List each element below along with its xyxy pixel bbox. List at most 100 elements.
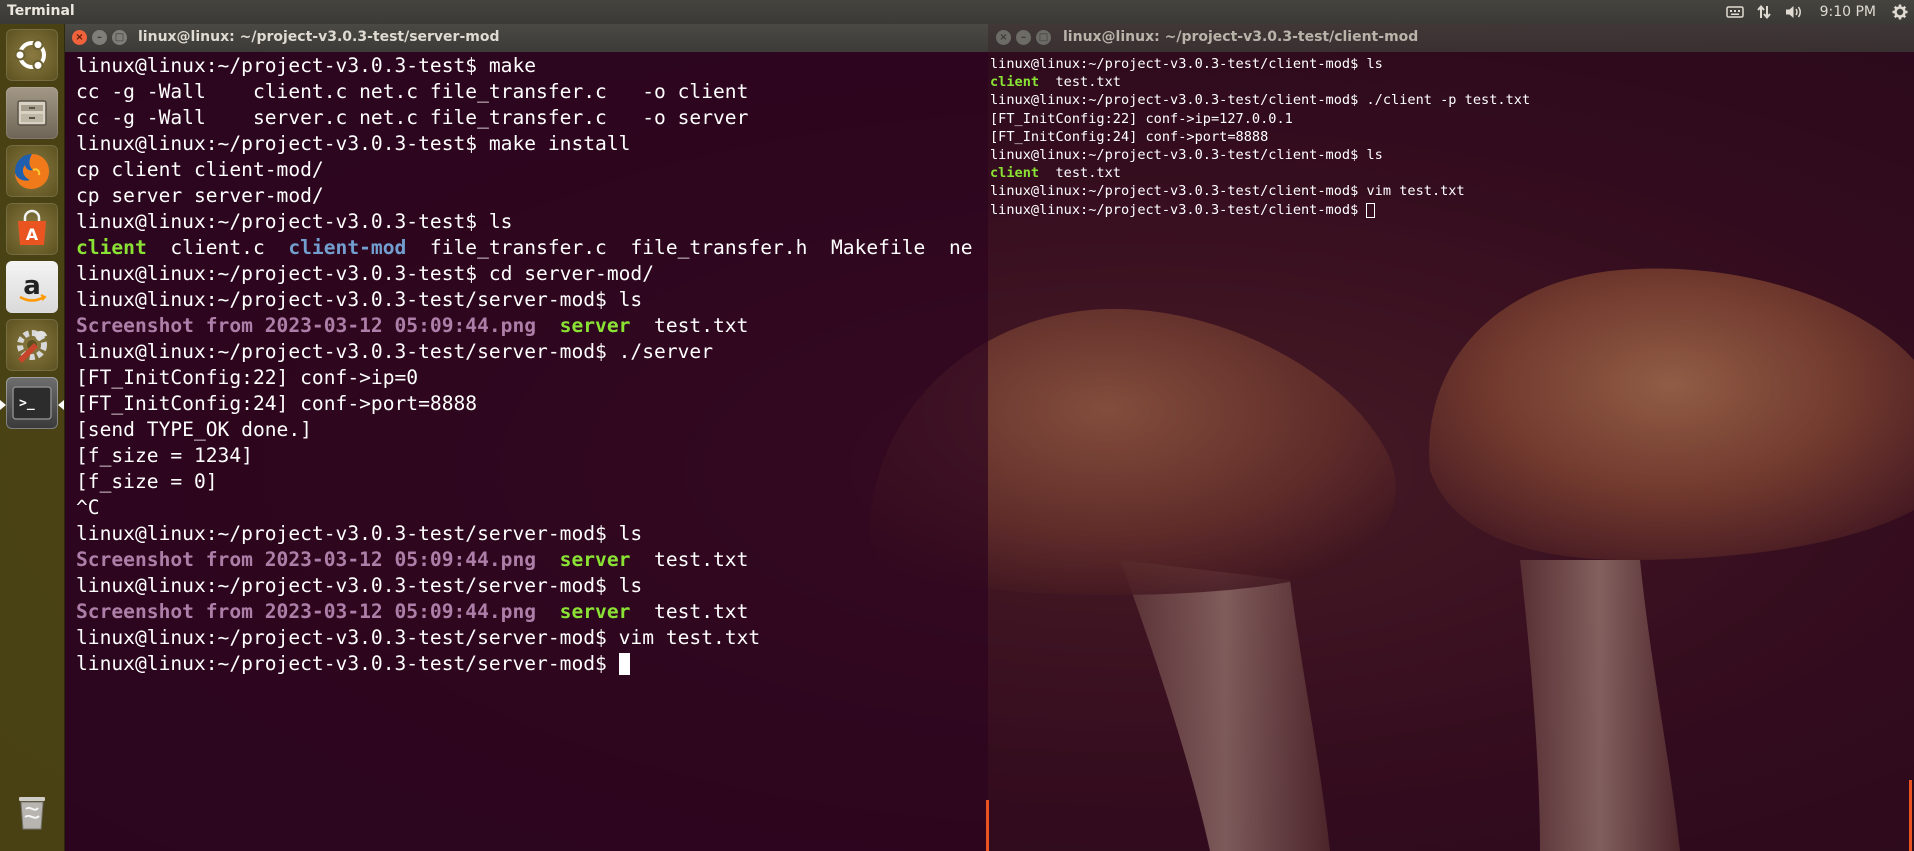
clock[interactable]: 9:10 PM [1820,0,1876,24]
svg-text:a: a [23,271,41,301]
terminal-text: Screenshot from 2023-03-12 05:09:44.png [76,548,537,571]
terminal-line: [f_size = 1234] [76,443,988,469]
text-cursor [1366,202,1376,218]
terminal-text: server [559,600,631,623]
active-app-title: Terminal [7,3,75,19]
terminal-line: linux@linux:~/project-v3.0.3-test$ make [76,53,988,79]
amazon-icon[interactable]: a [6,261,58,313]
terminal-text: ^C [76,496,100,519]
launcher-focused-indicator-right [58,400,64,410]
terminal-line: cp server server-mod/ [76,183,988,209]
keyboard-icon[interactable] [1725,0,1744,24]
terminal-text: [FT_InitConfig:22] conf->ip=0 [76,366,419,389]
window-titlebar[interactable]: × – □ linux@linux: ~/project-v3.0.3-test… [64,24,988,52]
terminal-line: linux@linux:~/project-v3.0.3-test/server… [76,521,988,547]
terminal-line: Screenshot from 2023-03-12 05:09:44.png … [76,313,988,339]
terminal-text: server [559,314,631,337]
power-gear-icon[interactable] [1892,0,1908,24]
terminal-line: cp client client-mod/ [76,157,988,183]
ubuntu-dash-icon[interactable] [6,29,58,81]
terminal-text: [f_size = 0] [76,470,218,493]
terminal-text: linux@linux:~/project-v3.0.3-test/server… [76,574,643,597]
maximize-button[interactable]: □ [1036,30,1051,45]
terminal-text: client-mod [288,236,407,259]
terminal-line: linux@linux:~/project-v3.0.3-test/client… [990,146,1914,164]
terminal-text: client [76,236,147,259]
terminal-text: linux@linux:~/project-v3.0.3-test$ ls [76,210,513,233]
svg-text:>_: >_ [19,396,35,411]
software-center-icon[interactable]: A [6,203,58,255]
unity-launcher: A a >_ [0,24,65,851]
terminal-line: linux@linux:~/project-v3.0.3-test/server… [76,625,988,651]
terminal-line: [send TYPE_OK done.] [76,417,988,443]
terminal-line: cc -g -Wall server.c net.c file_transfer… [76,105,988,131]
terminal-line: linux@linux:~/project-v3.0.3-test$ make … [76,131,988,157]
terminal-text: cc -g -Wall server.c net.c file_transfer… [76,106,749,129]
terminal-line: client client.c client-mod file_transfer… [76,235,988,261]
terminal-text: linux@linux:~/project-v3.0.3-test/client… [990,56,1383,72]
svg-text:A: A [26,225,39,244]
terminal-text: cp server server-mod/ [76,184,324,207]
terminal-line: [f_size = 0] [76,469,988,495]
terminal-text: Screenshot from 2023-03-12 05:09:44.png [76,314,537,337]
terminal-text: cp client client-mod/ [76,158,324,181]
terminal-text: linux@linux:~/project-v3.0.3-test/server… [76,340,714,363]
window-resize-handle[interactable] [1909,780,1912,851]
terminal-text: linux@linux:~/project-v3.0.3-test$ make [76,54,537,77]
terminal-text: linux@linux:~/project-v3.0.3-test/client… [990,147,1383,164]
terminal-text: test.txt [630,600,749,623]
close-button[interactable]: × [996,30,1011,45]
terminal-text: linux@linux:~/project-v3.0.3-test$ cd se… [76,262,655,285]
terminal-line: linux@linux:~/project-v3.0.3-test$ cd se… [76,261,988,287]
terminal-text: linux@linux:~/project-v3.0.3-test/client… [990,201,1367,218]
terminal-line: linux@linux:~/project-v3.0.3-test/client… [990,91,1914,109]
terminal-window-client[interactable]: × – □ linux@linux: ~/project-v3.0.3-test… [988,24,1914,851]
terminal-icon[interactable]: >_ [6,377,58,429]
terminal-text: test.txt [630,548,749,571]
network-arrows-icon[interactable] [1756,0,1772,24]
terminal-text: linux@linux:~/project-v3.0.3-test/client… [990,92,1531,109]
indicator-area: 9:10 PM [1720,0,1914,24]
top-panel: Terminal 9:10 PM [0,0,1914,24]
window-resize-handle[interactable] [986,800,989,851]
terminal-line: linux@linux:~/project-v3.0.3-test/server… [76,573,988,599]
files-icon[interactable] [6,87,58,139]
terminal-line: [FT_InitConfig:24] conf->port=8888 [990,128,1914,146]
terminal-text: test.txt [630,314,749,337]
terminal-text: linux@linux:~/project-v3.0.3-test$ make … [76,132,631,155]
system-settings-icon[interactable] [6,319,58,371]
terminal-text: [send TYPE_OK done.] [76,418,312,441]
terminal-text: client.c [146,236,289,259]
trash-icon[interactable] [6,785,58,837]
terminal-line: Screenshot from 2023-03-12 05:09:44.png … [76,599,988,625]
terminal-text: [FT_InitConfig:24] conf->port=8888 [990,128,1269,145]
terminal-text: linux@linux:~/project-v3.0.3-test/server… [76,626,761,649]
terminal-line: linux@linux:~/project-v3.0.3-test/server… [76,651,988,677]
firefox-icon[interactable] [6,145,58,197]
terminal-text: test.txt [1039,165,1121,182]
close-button[interactable]: × [72,30,87,45]
volume-icon[interactable] [1784,0,1804,24]
terminal-line: linux@linux:~/project-v3.0.3-test$ ls [76,209,988,235]
terminal-text: linux@linux:~/project-v3.0.3-test/server… [76,522,643,545]
terminal-line: ^C [76,495,988,521]
maximize-button[interactable]: □ [112,30,127,45]
terminal-output[interactable]: linux@linux:~/project-v3.0.3-test$ make c… [64,52,988,851]
terminal-text: linux@linux:~/project-v3.0.3-test/server… [76,288,643,311]
terminal-line: linux@linux:~/project-v3.0.3-test/server… [76,339,988,365]
terminal-line: [FT_InitConfig:22] conf->ip=127.0.0.1 [990,110,1914,128]
terminal-text: [FT_InitConfig:22] conf->ip=127.0.0.1 [990,110,1293,127]
window-title: linux@linux: ~/project-v3.0.3-test/clien… [1063,29,1419,45]
terminal-output[interactable]: linux@linux:~/project-v3.0.3-test/client… [988,52,1914,851]
terminal-line: linux@linux:~/project-v3.0.3-test/client… [990,55,1914,73]
terminal-line: [FT_InitConfig:24] conf->port=8888 [76,391,988,417]
terminal-line: client test.txt [990,73,1914,91]
terminal-text: [f_size = 1234] [76,444,253,467]
window-titlebar[interactable]: × – □ linux@linux: ~/project-v3.0.3-test… [988,24,1914,52]
terminal-window-server[interactable]: × – □ linux@linux: ~/project-v3.0.3-test… [64,24,988,851]
minimize-button[interactable]: – [1016,30,1031,45]
minimize-button[interactable]: – [92,30,107,45]
